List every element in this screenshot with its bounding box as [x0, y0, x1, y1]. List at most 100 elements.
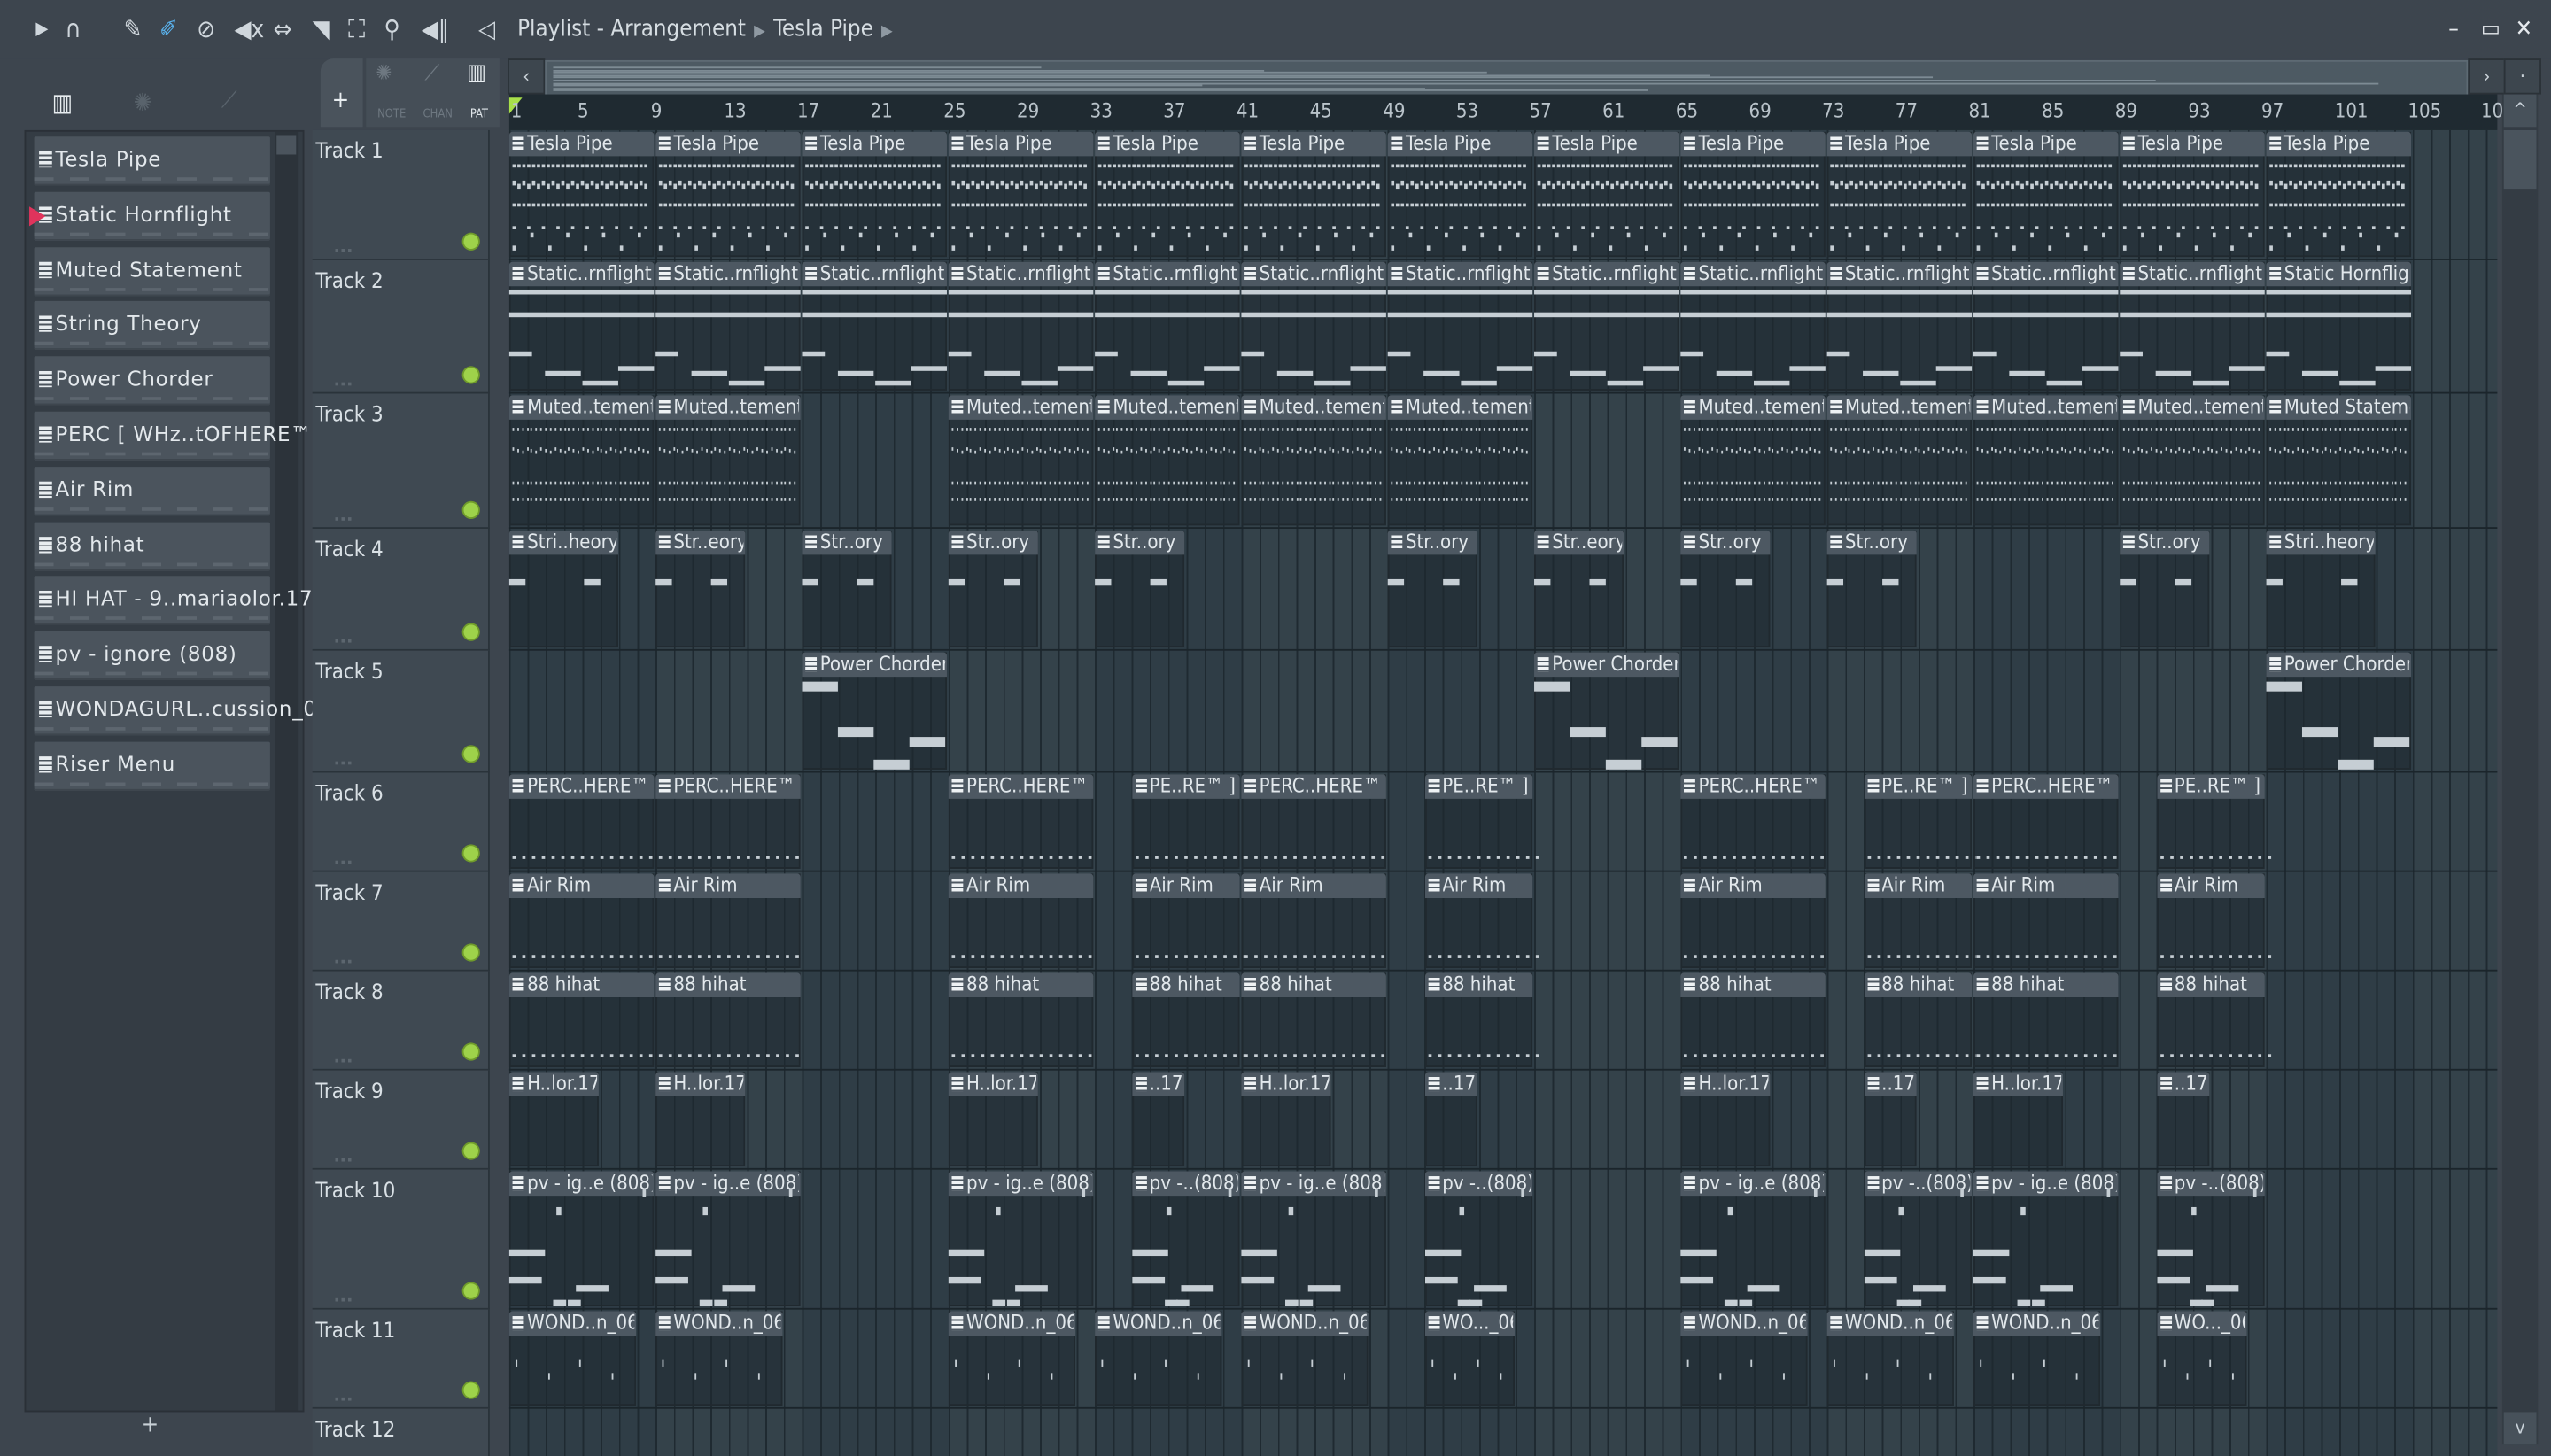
clip-header[interactable]: WOND..n_06	[1680, 1311, 1808, 1336]
timeline-ruler[interactable]: 1 5 9 13 17 21 25 29 33 37 41 45 49 53 57 61 65 69 73 77 81 8…	[508, 94, 2503, 130]
clip-header[interactable]: Muted..tement	[655, 395, 801, 420]
clip-header[interactable]: ..17	[1863, 1072, 1918, 1097]
track-enable-led[interactable]	[463, 502, 478, 518]
clip-header[interactable]: 88 hihat	[1131, 972, 1240, 998]
pattern-clip[interactable]: Tesla Pipe	[1534, 131, 1679, 258]
clip-header[interactable]: Tesla Pipe	[1826, 131, 1973, 157]
clip-header[interactable]: WOND..n_06	[1241, 1311, 1369, 1336]
clip-header[interactable]: 88 hihat	[508, 972, 655, 998]
pattern-clip[interactable]: Static..rnflight	[508, 261, 655, 391]
close-button[interactable]: ✕	[2516, 16, 2532, 42]
clip-header[interactable]: Static..rnflight	[1095, 261, 1240, 287]
pattern-clip[interactable]: H..lor.17	[1680, 1072, 1771, 1167]
clip-header[interactable]: PE..RE™ ]	[1424, 774, 1533, 799]
track-enable-led[interactable]	[463, 747, 478, 762]
breadcrumb-pattern[interactable]: Tesla Pipe	[773, 16, 873, 42]
clip-header[interactable]: Power Chorder	[1534, 652, 1679, 678]
pattern-clip[interactable]: PE..RE™ ]	[1863, 774, 1978, 869]
pattern-clip[interactable]: Str..eory	[1534, 530, 1624, 648]
automation-icon[interactable]: ⟋	[221, 88, 237, 113]
pattern-clip[interactable]: Tesla Pipe	[655, 131, 801, 258]
track-header[interactable]: Track 1	[312, 129, 490, 260]
pattern-clip[interactable]: Tesla Pipe	[1973, 131, 2119, 258]
clip-header[interactable]: 88 hihat	[2156, 972, 2265, 998]
track-enable-led[interactable]	[463, 846, 478, 861]
paint-brush-icon[interactable]: ✐	[159, 15, 178, 44]
pattern-clip[interactable]: pv -..(808)	[1424, 1171, 1533, 1307]
clip-header[interactable]: pv -..(808)	[1131, 1171, 1240, 1197]
clip-header[interactable]: Static..rnflight	[1973, 261, 2119, 287]
pattern-clip[interactable]: H..lor.17	[1241, 1072, 1331, 1167]
clip-header[interactable]: Muted..tement	[1241, 395, 1386, 420]
clip-header[interactable]: Static Hornflight	[2266, 261, 2412, 287]
clip-header[interactable]: Muted..tement	[1387, 395, 1533, 420]
clip-header[interactable]: WOND..n_06	[948, 1311, 1075, 1336]
clip-header[interactable]: pv -..(808)	[1424, 1171, 1533, 1197]
pattern-clip[interactable]: 88 hihat	[2156, 972, 2271, 1067]
slice-icon[interactable]: ◥	[313, 15, 330, 44]
pattern-clip[interactable]: WOND..n_06	[1095, 1311, 1221, 1406]
clip-header[interactable]: PE..RE™ ]	[2156, 774, 2265, 799]
pattern-clip[interactable]: Str..ory	[1826, 530, 1918, 648]
speaker-icon[interactable]: ◁	[478, 15, 495, 44]
mode-pat[interactable]: PAT	[470, 107, 488, 120]
clip-header[interactable]: Tesla Pipe	[802, 131, 947, 157]
clip-header[interactable]: Muted Statement	[2266, 395, 2412, 420]
pattern-clip[interactable]: Air Rim	[1973, 873, 2119, 968]
pattern-clip[interactable]: pv - ig..e (808)	[1680, 1171, 1826, 1307]
pattern-clip[interactable]: Air Rim	[2156, 873, 2271, 968]
pattern-clip[interactable]: Str..ory	[802, 530, 892, 648]
audio-wave-icon[interactable]: ✺	[134, 88, 152, 117]
pattern-clip[interactable]: 88 hihat	[1424, 972, 1539, 1067]
pattern-clip[interactable]: 88 hihat	[948, 972, 1094, 1067]
clip-header[interactable]: 88 hihat	[655, 972, 801, 998]
clip-header[interactable]: WO..._06	[2156, 1311, 2247, 1336]
pattern-clip[interactable]: 88 hihat	[655, 972, 801, 1067]
pattern-clip[interactable]: PERC..HERE™ ]	[508, 774, 655, 869]
clip-header[interactable]: Str..ory	[1095, 530, 1185, 555]
mute-icon[interactable]: ◀x	[234, 15, 264, 44]
clip-header[interactable]: Str..eory	[655, 530, 746, 555]
track-enable-led[interactable]	[463, 368, 478, 383]
clip-header[interactable]: Tesla Pipe	[655, 131, 801, 157]
clip-header[interactable]: Static..rnflight	[1680, 261, 1826, 287]
pattern-clip[interactable]: pv - ig..e (808)	[1973, 1171, 2119, 1307]
clip-header[interactable]: H..lor.17	[1680, 1072, 1771, 1097]
clip-header[interactable]: PERC..HERE™ ]	[508, 774, 655, 799]
pattern-clip[interactable]: 88 hihat	[1973, 972, 2119, 1067]
resize-grip[interactable]	[335, 1397, 352, 1401]
clip-header[interactable]: H..lor.17	[948, 1072, 1039, 1097]
clip-header[interactable]: Static..rnflight	[508, 261, 655, 287]
clip-header[interactable]: Muted..tement	[1095, 395, 1240, 420]
pattern-clip[interactable]: pv - ig..e (808)	[508, 1171, 655, 1307]
pattern-clip[interactable]: Tesla Pipe	[948, 131, 1094, 258]
pattern-clip[interactable]: Stri..heory	[2266, 530, 2375, 648]
pattern-clip[interactable]: pv -..(808)	[1863, 1171, 1973, 1307]
pattern-clip[interactable]: Muted..tement	[2120, 395, 2265, 526]
add-track-button[interactable]: +	[320, 58, 363, 128]
pattern-clip[interactable]: pv - ig..e (808)	[1241, 1171, 1386, 1307]
clip-header[interactable]: WOND..n_06	[1826, 1311, 1954, 1336]
chevron-right-icon[interactable]: ▶	[881, 23, 893, 41]
pattern-clip[interactable]: Static..rnflight	[1826, 261, 1973, 391]
clip-header[interactable]: Muted..tement	[1973, 395, 2119, 420]
pattern-clip[interactable]: ..17	[1424, 1072, 1478, 1167]
clip-header[interactable]: Static..rnflight	[1387, 261, 1533, 287]
clip-header[interactable]: 88 hihat	[1424, 972, 1533, 998]
pattern-clip[interactable]: WOND..n_06	[1973, 1311, 2100, 1406]
channel-item[interactable]: Riser Menu	[34, 741, 270, 791]
clip-header[interactable]: pv - ig..e (808)	[655, 1171, 801, 1197]
track-enable-led[interactable]	[463, 1382, 478, 1398]
pattern-clip[interactable]: Muted..tement	[1973, 395, 2119, 526]
clip-header[interactable]: Muted..tement	[2120, 395, 2265, 420]
clip-header[interactable]: 88 hihat	[948, 972, 1094, 998]
track-enable-led[interactable]	[463, 945, 478, 960]
clip-header[interactable]: ..17	[1131, 1072, 1185, 1097]
clip-header[interactable]: Tesla Pipe	[1973, 131, 2119, 157]
clip-header[interactable]: Tesla Pipe	[2120, 131, 2265, 157]
track-enable-led[interactable]	[463, 234, 478, 250]
clip-header[interactable]: Static..rnflight	[948, 261, 1094, 287]
pattern-clip[interactable]: Stri..heory	[508, 530, 618, 648]
zoom-handle[interactable]: ·	[2503, 58, 2541, 95]
pattern-clip[interactable]: WOND..n_06	[508, 1311, 636, 1406]
